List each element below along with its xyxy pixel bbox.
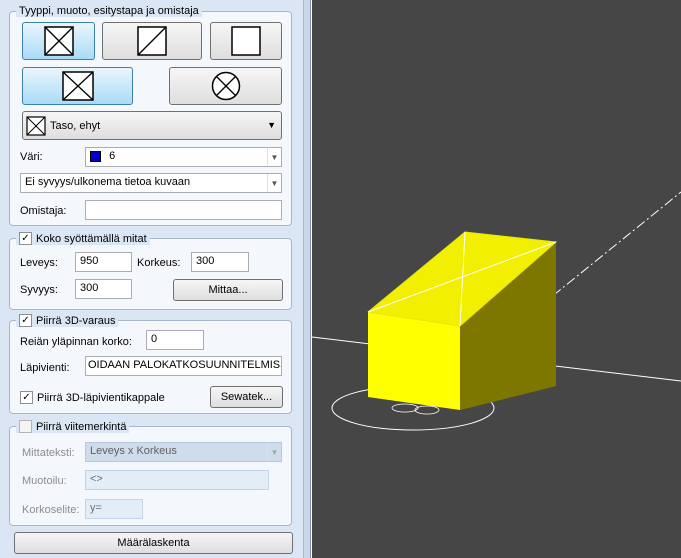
style-select-value: Taso, ehyt — [50, 119, 101, 132]
dim-group-title-row: Piirrä viitemerkintä — [16, 420, 130, 433]
top-level-input[interactable]: 0 — [146, 330, 204, 350]
reserve-group-title: Piirrä 3D-varaus — [36, 314, 116, 327]
format-label: Muotoilu: — [22, 475, 67, 487]
level-label: Korkoselite: — [22, 504, 80, 516]
type-empty-box-button[interactable] — [210, 22, 282, 60]
size-checkbox[interactable]: ✓ — [19, 232, 32, 245]
properties-panel: Tyyppi, muoto, esitystapa ja omistaja Ta… — [0, 0, 304, 558]
type-group: Tyyppi, muoto, esitystapa ja omistaja Ta… — [9, 5, 292, 226]
chevron-down-icon: ▼ — [267, 120, 276, 130]
empty-box-icon — [231, 26, 261, 56]
color-value: 6 — [109, 150, 116, 162]
height-label: Korkeus: — [137, 257, 181, 269]
reserve-group: ✓ Piirrä 3D-varaus Reiän yläpinnan korko… — [9, 314, 292, 414]
color-swatch-icon — [90, 150, 101, 162]
type-group-title: Tyyppi, muoto, esitystapa ja omistaja — [16, 5, 202, 17]
box-front-face — [368, 312, 460, 410]
panel-splitter[interactable] — [304, 0, 311, 558]
dim-text-select[interactable]: Leveys x Korkeus ▼ — [85, 442, 282, 462]
color-select[interactable]: 6 ▼ — [85, 147, 282, 167]
sewatek-button[interactable]: Sewatek... — [210, 386, 283, 408]
depth-select[interactable]: Ei syvyys/ulkonema tietoa kuvaan ▼ — [20, 173, 282, 193]
chevron-down-icon: ▼ — [267, 148, 281, 166]
type-full-cross-button[interactable] — [22, 22, 95, 60]
size-group-title: Koko syöttämällä mitat — [36, 232, 147, 245]
type-diagonal-button[interactable] — [102, 22, 202, 60]
width-input[interactable]: 950 — [75, 252, 132, 272]
draw-piece-checkbox[interactable]: ✓ — [20, 391, 33, 404]
color-label: Väri: — [20, 151, 43, 163]
rectangle-cross-icon — [61, 71, 94, 101]
height-input[interactable]: 300 — [191, 252, 249, 272]
measure-button[interactable]: Mittaa... — [173, 279, 283, 301]
format-input[interactable]: <> — [85, 470, 269, 490]
owner-label: Omistaja: — [20, 205, 67, 217]
draw-piece-label: Piirrä 3D-läpivientikappale — [37, 391, 165, 404]
dim-group: Piirrä viitemerkintä Mittateksti: Leveys… — [9, 420, 292, 526]
top-level-label: Reiän yläpinnan korko: — [20, 336, 132, 348]
reserve-group-title-row: ✓ Piirrä 3D-varaus — [16, 314, 119, 327]
draw-piece-row: ✓ Piirrä 3D-läpivientikappale — [20, 391, 165, 404]
size-group: ✓ Koko syöttämällä mitat Leveys: 950 Kor… — [9, 232, 292, 310]
dim-checkbox[interactable] — [19, 420, 32, 433]
ground-mark — [414, 405, 440, 415]
dim-group-title: Piirrä viitemerkintä — [36, 420, 127, 433]
penetration-input[interactable]: OIDAAN PALOKATKOSUUNNITELMISSA — [85, 356, 282, 376]
box-diagonal-icon — [137, 26, 167, 56]
shape-rectangle-button[interactable] — [22, 67, 133, 105]
penetration-label: Läpivienti: — [20, 362, 70, 374]
depth-select-value: Ei syvyys/ulkonema tietoa kuvaan — [25, 176, 191, 188]
circle-cross-icon — [211, 71, 240, 101]
chevron-down-icon: ▼ — [267, 443, 281, 461]
width-label: Leveys: — [20, 257, 58, 269]
quantity-button[interactable]: Määrälaskenta — [14, 532, 293, 554]
depth-label: Syvyys: — [20, 284, 58, 296]
reserve-checkbox[interactable]: ✓ — [19, 314, 32, 327]
level-input[interactable]: y= — [85, 499, 143, 519]
owner-input[interactable] — [85, 200, 282, 220]
box-cross-icon — [43, 26, 74, 56]
box-cross-small-icon — [26, 115, 46, 136]
dim-text-value: Leveys x Korkeus — [90, 445, 177, 457]
3d-viewport[interactable] — [312, 0, 681, 558]
ground-mark — [391, 403, 419, 413]
shape-circle-button[interactable] — [169, 67, 282, 105]
chevron-down-icon: ▼ — [267, 174, 281, 192]
size-group-title-row: ✓ Koko syöttämällä mitat — [16, 232, 150, 245]
style-select[interactable]: Taso, ehyt ▼ — [22, 111, 282, 140]
dim-text-label: Mittateksti: — [22, 447, 75, 459]
3d-view-drawing — [312, 191, 681, 431]
depth-input[interactable]: 300 — [75, 279, 132, 299]
